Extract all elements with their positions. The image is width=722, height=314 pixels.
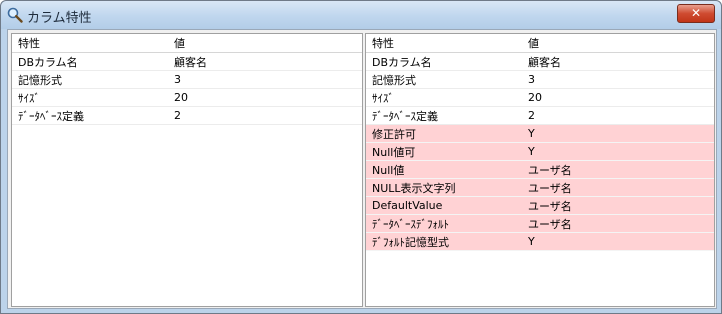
table-row[interactable]: ﾃﾞｰﾀﾍﾞｰｽ定義 2 (366, 106, 714, 125)
property-value-cell: 20 (522, 88, 714, 107)
property-value-cell: Y (522, 142, 714, 161)
property-name-cell: 記憶形式 (12, 70, 168, 89)
property-name-cell: ﾃﾞｰﾀﾍﾞｰｽ定義 (12, 106, 168, 125)
table-row[interactable]: ｻｲｽﾞ 20 (366, 88, 714, 107)
table-row[interactable]: Null値可 Y (366, 142, 714, 161)
property-name-cell: ｻｲｽﾞ (12, 88, 168, 107)
window-title: カラム特性 (27, 11, 92, 26)
value-column-header[interactable]: 値 (522, 34, 714, 53)
table-row[interactable]: DBカラム名 顧客名 (12, 52, 362, 71)
table-row[interactable]: ﾃﾞｰﾀﾍﾞｰｽ定義 2 (12, 106, 362, 125)
property-name-cell: DBカラム名 (12, 52, 168, 71)
property-value-cell: ユーザ名 (522, 196, 714, 215)
property-name-cell: DefaultValue (366, 196, 522, 215)
right-property-table: 特性 値 DBカラム名 顧客名 記憶形式 3 ｻｲｽﾞ 20 ﾃﾞｰﾀﾍﾞｰｽ定義 2 修正許可… (366, 34, 714, 251)
property-value-cell: ユーザ名 (522, 160, 714, 179)
property-value-cell: 2 (168, 106, 362, 125)
client-area: 特性 値 DBカラム名 顧客名 記憶形式 3 ｻｲｽﾞ 20 ﾃﾞｰﾀﾍﾞｰｽ定義 2 特性 … (7, 29, 717, 309)
close-button[interactable]: ✕ (677, 4, 715, 23)
property-value-cell: 3 (522, 70, 714, 89)
close-icon: ✕ (690, 6, 702, 20)
property-value-cell: ユーザ名 (522, 214, 714, 233)
property-value-cell: 3 (168, 70, 362, 89)
title-bar[interactable]: カラム特性 ✕ (1, 1, 721, 29)
property-name-cell: ﾃﾞﾌｫﾙﾄ記憶型式 (366, 232, 522, 251)
table-row[interactable]: NULL表示文字列 ユーザ名 (366, 178, 714, 197)
property-column-header[interactable]: 特性 (366, 34, 522, 53)
property-name-cell: ｻｲｽﾞ (366, 88, 522, 107)
property-name-cell: 記憶形式 (366, 70, 522, 89)
column-properties-window: カラム特性 ✕ 特性 値 DBカラム名 顧客名 記憶形式 3 ｻｲｽﾞ 20 ﾃﾞｰﾀﾍﾞｰ… (0, 0, 722, 314)
property-name-cell: ﾃﾞｰﾀﾍﾞｰｽ定義 (366, 106, 522, 125)
property-value-cell: ユーザ名 (522, 178, 714, 197)
property-value-cell: 顧客名 (168, 52, 362, 71)
value-column-header[interactable]: 値 (168, 34, 362, 53)
table-row[interactable]: ｻｲｽﾞ 20 (12, 88, 362, 107)
property-value-cell: 2 (522, 106, 714, 125)
table-row[interactable]: ﾃﾞｰﾀﾍﾞｰｽﾃﾞﾌｫﾙﾄ ユーザ名 (366, 214, 714, 233)
property-value-cell: Y (522, 232, 714, 251)
table-row[interactable]: 記憶形式 3 (12, 70, 362, 89)
left-property-panel: 特性 値 DBカラム名 顧客名 記憶形式 3 ｻｲｽﾞ 20 ﾃﾞｰﾀﾍﾞｰｽ定義 2 (11, 33, 363, 307)
table-row[interactable]: Null値 ユーザ名 (366, 160, 714, 179)
property-name-cell: 修正許可 (366, 124, 522, 143)
property-column-header[interactable]: 特性 (12, 34, 168, 53)
property-name-cell: ﾃﾞｰﾀﾍﾞｰｽﾃﾞﾌｫﾙﾄ (366, 214, 522, 233)
property-name-cell: NULL表示文字列 (366, 178, 522, 197)
right-property-panel: 特性 値 DBカラム名 顧客名 記憶形式 3 ｻｲｽﾞ 20 ﾃﾞｰﾀﾍﾞｰｽ定義 2 修正許可… (365, 33, 715, 307)
table-header-row: 特性 値 (366, 34, 714, 53)
property-value-cell: Y (522, 124, 714, 143)
table-row[interactable]: 修正許可 Y (366, 124, 714, 143)
property-value-cell: 顧客名 (522, 52, 714, 71)
table-row[interactable]: DBカラム名 顧客名 (366, 52, 714, 71)
search-icon (7, 7, 23, 23)
table-row[interactable]: DefaultValue ユーザ名 (366, 196, 714, 215)
property-name-cell: Null値 (366, 160, 522, 179)
left-property-table: 特性 値 DBカラム名 顧客名 記憶形式 3 ｻｲｽﾞ 20 ﾃﾞｰﾀﾍﾞｰｽ定義 2 (12, 34, 362, 125)
table-row[interactable]: 記憶形式 3 (366, 70, 714, 89)
property-name-cell: DBカラム名 (366, 52, 522, 71)
property-name-cell: Null値可 (366, 142, 522, 161)
property-value-cell: 20 (168, 88, 362, 107)
table-row[interactable]: ﾃﾞﾌｫﾙﾄ記憶型式 Y (366, 232, 714, 251)
table-header-row: 特性 値 (12, 34, 362, 53)
